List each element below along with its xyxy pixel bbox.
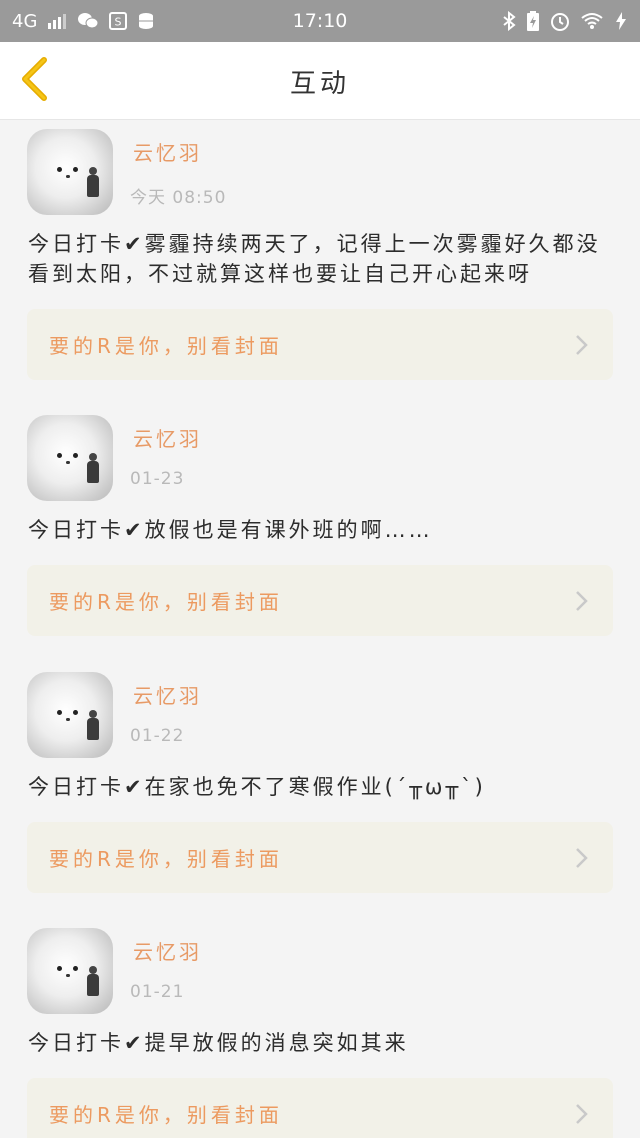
post-time: 01-23 (130, 469, 185, 489)
chevron-right-icon (573, 846, 589, 870)
wechat-icon (77, 12, 99, 30)
post-time: 今天 08:50 (130, 188, 227, 208)
post-content: 今日打卡✔雾霾持续两天了，记得上一次雾霾好久都没看到太阳，不过就算这样也要让自己… (28, 232, 601, 286)
post-time: 01-22 (130, 726, 185, 746)
link-title: 要的R是你，别看封面 (49, 590, 283, 614)
chevron-right-icon (573, 333, 589, 357)
post-time: 01-21 (130, 982, 185, 1002)
status-bar: 4G S 17:10 (0, 0, 640, 42)
avatar[interactable] (27, 928, 113, 1014)
wifi-icon (580, 12, 604, 30)
post-username[interactable]: 云忆羽 (133, 137, 202, 166)
chevron-right-icon (573, 589, 589, 613)
post-username[interactable]: 云忆羽 (133, 680, 202, 709)
post-username[interactable]: 云忆羽 (133, 936, 202, 965)
avatar[interactable] (27, 672, 113, 758)
avatar[interactable] (27, 415, 113, 501)
post-content: 今日打卡✔提早放假的消息突如其来 (28, 1031, 409, 1055)
storage-icon (137, 12, 157, 30)
charging-icon (614, 11, 628, 31)
alarm-icon (550, 11, 570, 31)
post-content: 今日打卡✔放假也是有课外班的啊…… (28, 518, 433, 542)
link-title: 要的R是你，别看封面 (49, 847, 283, 871)
linked-content-card[interactable]: 要的R是你，别看封面 (27, 1078, 613, 1138)
feed-list: 云忆羽 今天 08:50 今日打卡✔雾霾持续两天了，记得上一次雾霾好久都没看到太… (0, 121, 640, 1138)
bluetooth-icon (502, 11, 516, 31)
post-content: 今日打卡✔在家也免不了寒假作业(´╥ω╥`) (28, 775, 486, 799)
linked-content-card[interactable]: 要的R是你，别看封面 (27, 822, 613, 893)
link-title: 要的R是你，别看封面 (49, 334, 283, 358)
linked-content-card[interactable]: 要的R是你，别看封面 (27, 565, 613, 636)
battery-icon (526, 11, 540, 31)
avatar[interactable] (27, 129, 113, 215)
post-username[interactable]: 云忆羽 (133, 423, 202, 452)
link-title: 要的R是你，别看封面 (49, 1103, 283, 1127)
signal-icon (47, 13, 67, 29)
linked-content-card[interactable]: 要的R是你，别看封面 (27, 309, 613, 380)
status-right (502, 11, 628, 31)
header-bar: 互动 (0, 42, 640, 120)
page-title: 互动 (289, 68, 350, 99)
network-label: 4G (12, 10, 38, 32)
svg-text:S: S (115, 16, 122, 29)
status-left: 4G S (12, 11, 157, 32)
s-badge-icon: S (109, 12, 128, 30)
chevron-right-icon (573, 1102, 589, 1126)
